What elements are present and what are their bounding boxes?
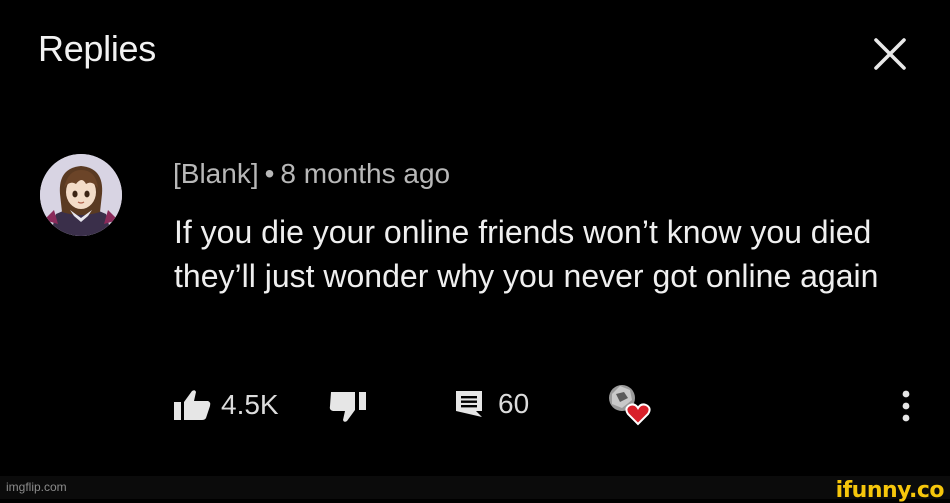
comment: [Blank] • 8 months ago If you die your onl… xyxy=(0,140,950,460)
replies-header: Replies xyxy=(0,0,950,100)
more-options-button[interactable] xyxy=(896,386,916,426)
comment-actions: 4.5K 60 xyxy=(0,380,950,430)
reply-count: 60 xyxy=(498,388,530,419)
like-count: 4.5K xyxy=(221,389,279,420)
meta-separator: • xyxy=(264,158,275,189)
page-title: Replies xyxy=(38,28,156,69)
imgflip-watermark: imgflip.com xyxy=(6,480,67,494)
comment-timestamp[interactable]: 8 months ago xyxy=(280,158,450,189)
creator-heart-icon xyxy=(609,385,651,426)
avatar[interactable] xyxy=(40,154,122,236)
thumbs-down-icon xyxy=(329,392,366,422)
watermark-bar: imgflip.com xyxy=(0,476,950,499)
close-icon xyxy=(874,38,906,70)
close-button[interactable] xyxy=(868,34,912,74)
like-button[interactable]: 4.5K xyxy=(173,388,279,422)
creator-heart xyxy=(600,380,664,430)
reply-button[interactable]: 60 xyxy=(454,388,529,420)
dislike-button[interactable] xyxy=(328,390,370,424)
more-vert-icon xyxy=(902,390,910,422)
thumbs-up-icon xyxy=(174,390,211,420)
comment-meta: [Blank] • 8 months ago xyxy=(173,158,450,190)
anime-girl-avatar-icon xyxy=(40,154,122,236)
author-name[interactable]: [Blank] xyxy=(173,158,259,189)
ifunny-watermark: ifunny.co xyxy=(835,478,945,503)
comment-text: If you die your online friends won’t kno… xyxy=(174,214,879,294)
comment-icon xyxy=(456,391,482,417)
